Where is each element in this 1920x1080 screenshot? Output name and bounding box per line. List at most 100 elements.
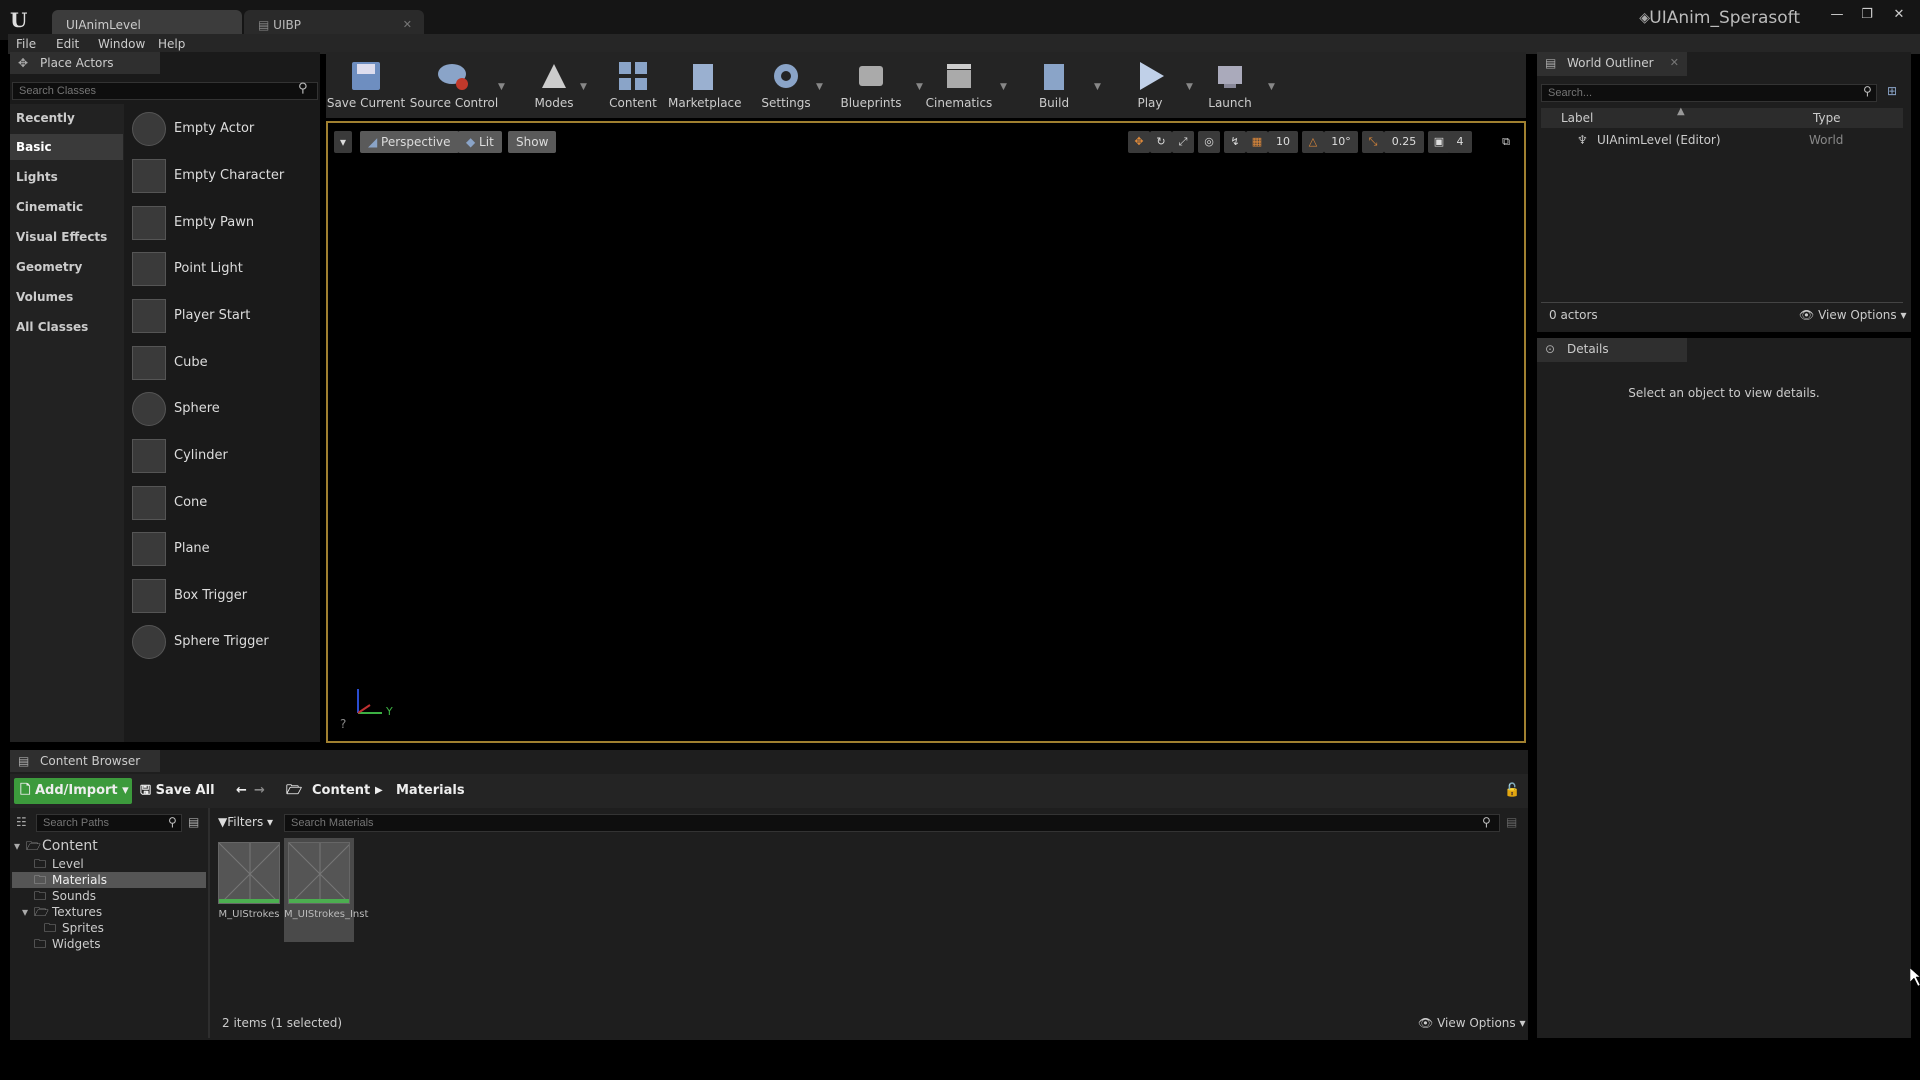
filters-button[interactable]: ▼Filters ▾ — [218, 815, 273, 829]
cinematics-button[interactable]: Cinematics — [916, 52, 1002, 118]
scale-icon[interactable]: ⤢ — [1172, 131, 1194, 153]
scale-snap-icon[interactable]: ⤡ — [1362, 131, 1384, 153]
new-folder-icon[interactable]: ⊞ — [1887, 84, 1897, 98]
add-import-button[interactable]: 🗋 Add/Import ▾ — [14, 778, 132, 804]
marketplace-button[interactable]: Marketplace — [668, 52, 742, 118]
menu-file[interactable]: File — [16, 34, 36, 54]
expand-icon[interactable]: ▾ — [14, 838, 20, 854]
category-volumes[interactable]: Volumes — [10, 284, 123, 310]
world-outliner-tab[interactable]: ▤ World Outliner ✕ — [1537, 52, 1687, 76]
rotate-icon[interactable]: ↻ — [1150, 131, 1172, 153]
actor-item[interactable]: Cube — [130, 343, 316, 383]
breadcrumb-content[interactable]: Content — [312, 778, 370, 804]
lit-button[interactable]: ◆ Lit — [458, 131, 502, 153]
collections-icon[interactable]: ▤ — [188, 815, 199, 829]
rotation-snap-value[interactable]: 10° — [1324, 131, 1358, 153]
actor-item[interactable]: Point Light — [130, 249, 316, 289]
blueprints-button[interactable]: Blueprints — [832, 52, 910, 118]
actor-item[interactable]: Plane — [130, 529, 316, 569]
save-current-button[interactable]: Save Current — [326, 52, 406, 118]
actor-item[interactable]: Empty Actor — [130, 109, 316, 149]
translate-icon[interactable]: ✥ — [1128, 131, 1150, 153]
chevron-down-icon[interactable]: ▼ — [816, 82, 823, 92]
build-button[interactable]: Build — [1016, 52, 1092, 118]
help-icon[interactable]: ? — [340, 717, 346, 731]
chevron-down-icon[interactable]: ▼ — [1268, 82, 1275, 92]
chevron-down-icon[interactable]: ▼ — [1000, 82, 1007, 92]
label-column-header[interactable]: Label — [1561, 111, 1593, 125]
menu-window[interactable]: Window — [98, 34, 145, 54]
splitter[interactable] — [208, 808, 210, 1038]
chevron-down-icon[interactable]: ▼ — [498, 82, 505, 92]
view-options-button[interactable]: 👁 View Options ▾ — [1799, 308, 1907, 322]
expand-icon[interactable]: ▾ — [22, 904, 28, 920]
content-button[interactable]: Content — [600, 52, 666, 118]
menu-edit[interactable]: Edit — [56, 34, 79, 54]
place-actors-tab[interactable]: ✥ Place Actors — [10, 52, 160, 74]
save-all-button[interactable]: 🖫 Save All — [140, 778, 215, 804]
camera-speed-icon[interactable]: ▣ — [1428, 131, 1450, 153]
grid-snap-icon[interactable]: ▦ — [1246, 131, 1268, 153]
category-cinematic[interactable]: Cinematic — [10, 194, 123, 220]
search-classes-input[interactable] — [12, 82, 318, 100]
settings-button[interactable]: Settings — [748, 52, 824, 118]
actor-item[interactable]: Box Trigger — [130, 576, 316, 616]
play-button[interactable]: Play — [1106, 52, 1194, 118]
source-control-button[interactable]: Source Control — [408, 52, 500, 118]
forward-arrow-icon[interactable]: → — [254, 778, 265, 804]
scale-snap-value[interactable]: 0.25 — [1384, 131, 1424, 153]
tree-item-textures[interactable]: Textures — [52, 904, 102, 920]
category-basic[interactable]: Basic — [10, 134, 123, 160]
actor-item[interactable]: Empty Character — [130, 156, 316, 196]
actor-item[interactable]: Empty Pawn — [130, 203, 316, 243]
category-all-classes[interactable]: All Classes — [10, 314, 123, 340]
rotation-snap-icon[interactable]: △ — [1302, 131, 1324, 153]
folder-icon[interactable]: 🗁 — [286, 778, 302, 804]
tree-item-sounds[interactable]: Sounds — [52, 888, 96, 904]
grid-snap-value[interactable]: 10 — [1268, 131, 1298, 153]
actor-item[interactable]: Cylinder — [130, 436, 316, 476]
close-icon[interactable]: ✕ — [1670, 52, 1679, 74]
tree-item-content[interactable]: Content — [42, 838, 98, 854]
content-browser-tab[interactable]: ▤ Content Browser — [10, 750, 160, 772]
asset-tile[interactable]: M_UIStrokes — [214, 838, 284, 942]
search-icon[interactable]: ⚲ — [168, 815, 177, 829]
surface-snap-icon[interactable]: ↯ — [1224, 131, 1246, 153]
viewport-options-button[interactable]: ▾ — [334, 131, 353, 153]
view-options-button[interactable]: 👁 View Options ▾ — [1418, 1016, 1526, 1030]
tree-item-level[interactable]: Level — [52, 856, 84, 872]
back-arrow-icon[interactable]: ← — [236, 778, 247, 804]
outliner-row[interactable]: ♆ UIAnimLevel (Editor) World — [1541, 130, 1903, 150]
show-button[interactable]: Show — [508, 131, 557, 153]
lock-icon[interactable]: 🔓 — [1504, 778, 1520, 804]
actor-item[interactable]: Player Start — [130, 296, 316, 336]
tree-item-materials[interactable]: Materials — [52, 872, 107, 888]
search-paths-input[interactable] — [36, 814, 182, 832]
camera-speed-value[interactable]: 4 — [1448, 131, 1472, 153]
actor-item[interactable]: Sphere — [130, 389, 316, 429]
category-lights[interactable]: Lights — [10, 164, 123, 190]
close-button[interactable]: ✕ — [1886, 6, 1912, 24]
level-viewport[interactable]: ▾ ◢ Perspective ◆ Lit Show ✥ ↻ ⤢ ◎ ↯ ▦ 1… — [326, 121, 1526, 743]
perspective-button[interactable]: ◢ Perspective — [360, 131, 459, 153]
outliner-search-input[interactable] — [1541, 84, 1877, 102]
maximize-viewport-icon[interactable]: ⧉ — [1496, 131, 1516, 153]
breadcrumb-materials[interactable]: Materials — [396, 778, 465, 804]
sources-panel-icon[interactable]: ☷ — [16, 815, 27, 829]
menu-help[interactable]: Help — [158, 34, 185, 54]
type-column-header[interactable]: Type — [1813, 111, 1841, 125]
category-geometry[interactable]: Geometry — [10, 254, 123, 280]
category-visual-effects[interactable]: Visual Effects — [10, 224, 123, 250]
maximize-button[interactable]: ❐ — [1854, 6, 1880, 24]
asset-tile-selected[interactable]: M_UIStrokes_Inst — [284, 838, 368, 942]
details-tab[interactable]: ⊙ Details — [1537, 338, 1687, 362]
chevron-down-icon[interactable]: ▼ — [580, 82, 587, 92]
actor-item[interactable]: Sphere Trigger — [130, 622, 316, 662]
search-icon[interactable]: ⚲ — [1863, 84, 1872, 98]
save-search-icon[interactable]: ▤ — [1506, 815, 1517, 829]
tree-item-widgets[interactable]: Widgets — [52, 936, 101, 952]
category-recently-placed[interactable]: Recently Placed — [10, 105, 123, 151]
search-materials-input[interactable] — [284, 814, 1500, 832]
search-icon[interactable]: ⚲ — [1482, 815, 1491, 829]
chevron-down-icon[interactable]: ▼ — [1094, 82, 1101, 92]
